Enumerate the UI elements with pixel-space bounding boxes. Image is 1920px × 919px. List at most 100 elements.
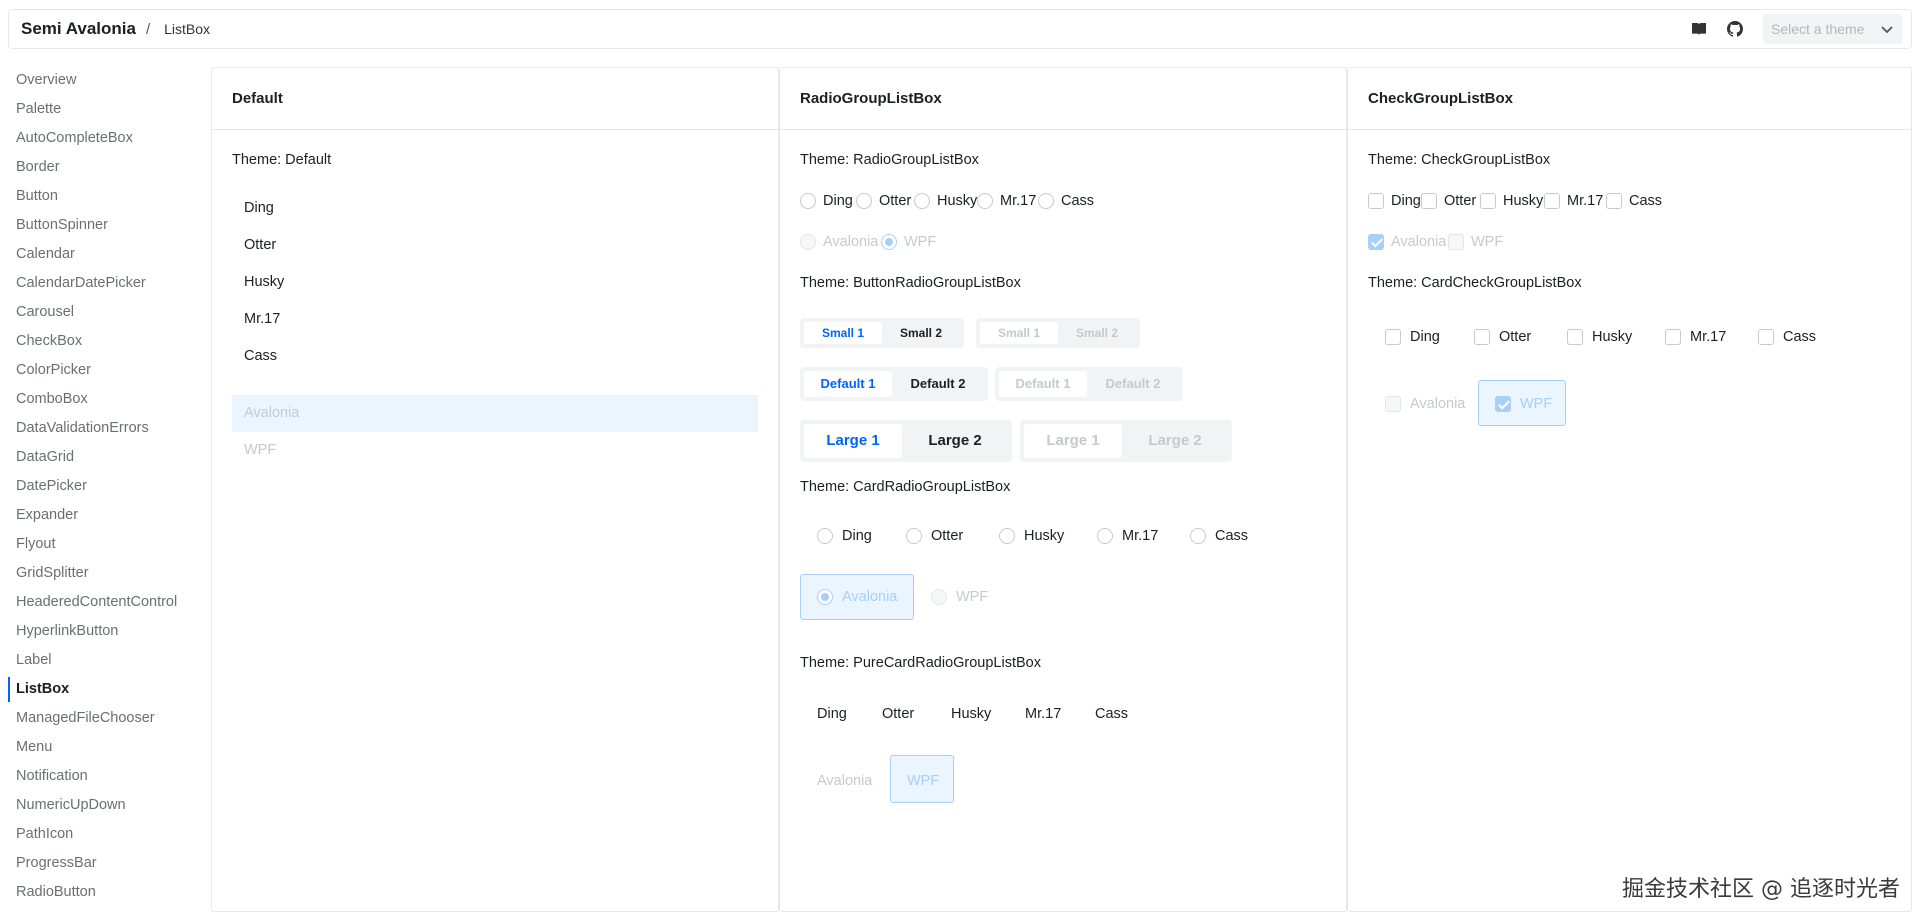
sidebar-item-palette[interactable]: Palette	[8, 95, 208, 124]
sidebar-item-hyperlinkbutton[interactable]: HyperlinkButton	[8, 617, 208, 646]
button-group-default-disabled: Default 1 Default 2	[995, 367, 1183, 401]
list-item[interactable]: Ding	[232, 190, 758, 227]
theme-label: Theme: ButtonRadioGroupListBox	[800, 275, 1021, 291]
radio-circle-icon	[856, 193, 872, 209]
button-group-small-disabled: Small 1 Small 2	[976, 318, 1140, 348]
card-check-option-selected-disabled: WPF	[1495, 396, 1552, 412]
book-icon[interactable]	[1691, 21, 1707, 37]
sidebar-item-checkbox[interactable]: CheckBox	[8, 327, 208, 356]
sidebar-item-flyout[interactable]: Flyout	[8, 530, 208, 559]
sidebar-item-numericupdown[interactable]: NumericUpDown	[8, 791, 208, 820]
checkbox-icon	[1606, 193, 1622, 209]
sidebar-item-carousel[interactable]: Carousel	[8, 298, 208, 327]
sidebar-item-pathicon[interactable]: PathIcon	[8, 820, 208, 849]
github-icon[interactable]	[1727, 21, 1743, 37]
list-item[interactable]: Mr.17	[232, 301, 758, 338]
radio-option[interactable]: Mr.17	[977, 193, 1036, 209]
card-check-option[interactable]: Otter	[1474, 329, 1531, 345]
card-radio-option-selected-disabled: Avalonia	[817, 589, 897, 605]
list-item[interactable]: Cass	[232, 338, 758, 375]
sidebar-item-label[interactable]: Label	[8, 646, 208, 675]
theme-label: Theme: Default	[232, 152, 332, 168]
default-1-button[interactable]: Default 1	[804, 371, 892, 397]
radio-checked-icon	[881, 234, 897, 250]
radio-option[interactable]: Ding	[800, 193, 853, 209]
sidebar: Overview Palette AutoCompleteBox Border …	[8, 66, 208, 919]
sidebar-item-combobox[interactable]: ComboBox	[8, 385, 208, 414]
check-option[interactable]: Otter	[1421, 193, 1476, 209]
default-2-button-disabled: Default 2	[1105, 376, 1161, 391]
radio-circle-icon	[931, 589, 947, 605]
app-title: Semi Avalonia	[21, 19, 136, 38]
sidebar-item-listbox[interactable]: ListBox	[8, 675, 208, 704]
sidebar-item-menu[interactable]: Menu	[8, 733, 208, 762]
sidebar-item-radiobutton[interactable]: RadioButton	[8, 878, 208, 907]
check-option[interactable]: Husky	[1480, 193, 1543, 209]
checkbox-icon	[1421, 193, 1437, 209]
check-option[interactable]: Ding	[1368, 193, 1421, 209]
sidebar-item-expander[interactable]: Expander	[8, 501, 208, 530]
large-2-button[interactable]: Large 2	[902, 424, 1008, 458]
sidebar-item-overview[interactable]: Overview	[8, 66, 208, 95]
sidebar-item-datepicker[interactable]: DatePicker	[8, 472, 208, 501]
chevron-down-icon	[1881, 21, 1893, 37]
radio-circle-icon	[1038, 193, 1054, 209]
sidebar-item-progressbar[interactable]: ProgressBar	[8, 849, 208, 878]
sidebar-item-autocompletebox[interactable]: AutoCompleteBox	[8, 124, 208, 153]
pure-card-option[interactable]: Mr.17	[1025, 706, 1061, 722]
default-2-button[interactable]: Default 2	[892, 371, 984, 397]
theme-label: Theme: CardRadioGroupListBox	[800, 479, 1011, 495]
sidebar-item-notification[interactable]: Notification	[8, 762, 208, 791]
card-check-option[interactable]: Ding	[1385, 329, 1440, 345]
radio-circle-icon	[914, 193, 930, 209]
sidebar-item-headeredcontentcontrol[interactable]: HeaderedContentControl	[8, 588, 208, 617]
large-1-button[interactable]: Large 1	[804, 424, 902, 458]
card-radio-option[interactable]: Ding	[817, 528, 872, 544]
theme-select[interactable]: Select a theme	[1763, 14, 1903, 44]
button-group-default: Default 1 Default 2	[800, 367, 988, 401]
check-option[interactable]: Cass	[1606, 193, 1662, 209]
checkbox-icon	[1480, 193, 1496, 209]
checkbox-checked-icon	[1368, 234, 1384, 250]
sidebar-item-gridsplitter[interactable]: GridSplitter	[8, 559, 208, 588]
pure-card-option-selected-disabled: WPF	[907, 773, 940, 789]
card-radio-option[interactable]: Mr.17	[1097, 528, 1158, 544]
small-2-button[interactable]: Small 2	[882, 322, 960, 344]
card-radio-option[interactable]: Husky	[999, 528, 1064, 544]
sidebar-item-managedfilechooser[interactable]: ManagedFileChooser	[8, 704, 208, 733]
pure-card-option[interactable]: Husky	[951, 706, 991, 722]
list-item[interactable]: Husky	[232, 264, 758, 301]
list-item-selected-disabled: Avalonia	[232, 395, 758, 432]
pure-card-option[interactable]: Otter	[882, 706, 914, 722]
radio-option-selected-disabled: WPF	[881, 234, 936, 250]
sidebar-item-buttonspinner[interactable]: ButtonSpinner	[8, 211, 208, 240]
large-1-button-disabled: Large 1	[1024, 424, 1122, 458]
sidebar-item-datavalidationerrors[interactable]: DataValidationErrors	[8, 414, 208, 443]
radio-option[interactable]: Husky	[914, 193, 977, 209]
sidebar-item-border[interactable]: Border	[8, 153, 208, 182]
panel-title: CheckGroupListBox	[1348, 68, 1911, 130]
breadcrumb-separator: /	[145, 20, 151, 38]
button-group-large: Large 1 Large 2	[800, 420, 1012, 462]
checkbox-icon	[1544, 193, 1560, 209]
radio-option[interactable]: Cass	[1038, 193, 1094, 209]
check-option[interactable]: Mr.17	[1544, 193, 1603, 209]
sidebar-item-calendardatepicker[interactable]: CalendarDatePicker	[8, 269, 208, 298]
card-check-option[interactable]: Husky	[1567, 329, 1632, 345]
card-radio-option[interactable]: Otter	[906, 528, 963, 544]
sidebar-item-datagrid[interactable]: DataGrid	[8, 443, 208, 472]
radio-option[interactable]: Otter	[856, 193, 911, 209]
list-item[interactable]: Otter	[232, 227, 758, 264]
sidebar-item-button[interactable]: Button	[8, 182, 208, 211]
small-1-button[interactable]: Small 1	[804, 322, 882, 344]
theme-select-placeholder: Select a theme	[1771, 21, 1865, 37]
sidebar-item-colorpicker[interactable]: ColorPicker	[8, 356, 208, 385]
card-radio-option[interactable]: Cass	[1190, 528, 1248, 544]
check-option-selected-disabled: Avalonia	[1368, 234, 1446, 250]
card-check-option[interactable]: Mr.17	[1665, 329, 1726, 345]
card-check-option-disabled: Avalonia	[1385, 396, 1465, 412]
card-check-option[interactable]: Cass	[1758, 329, 1816, 345]
pure-card-option[interactable]: Ding	[817, 706, 847, 722]
sidebar-item-calendar[interactable]: Calendar	[8, 240, 208, 269]
pure-card-option[interactable]: Cass	[1095, 706, 1128, 722]
